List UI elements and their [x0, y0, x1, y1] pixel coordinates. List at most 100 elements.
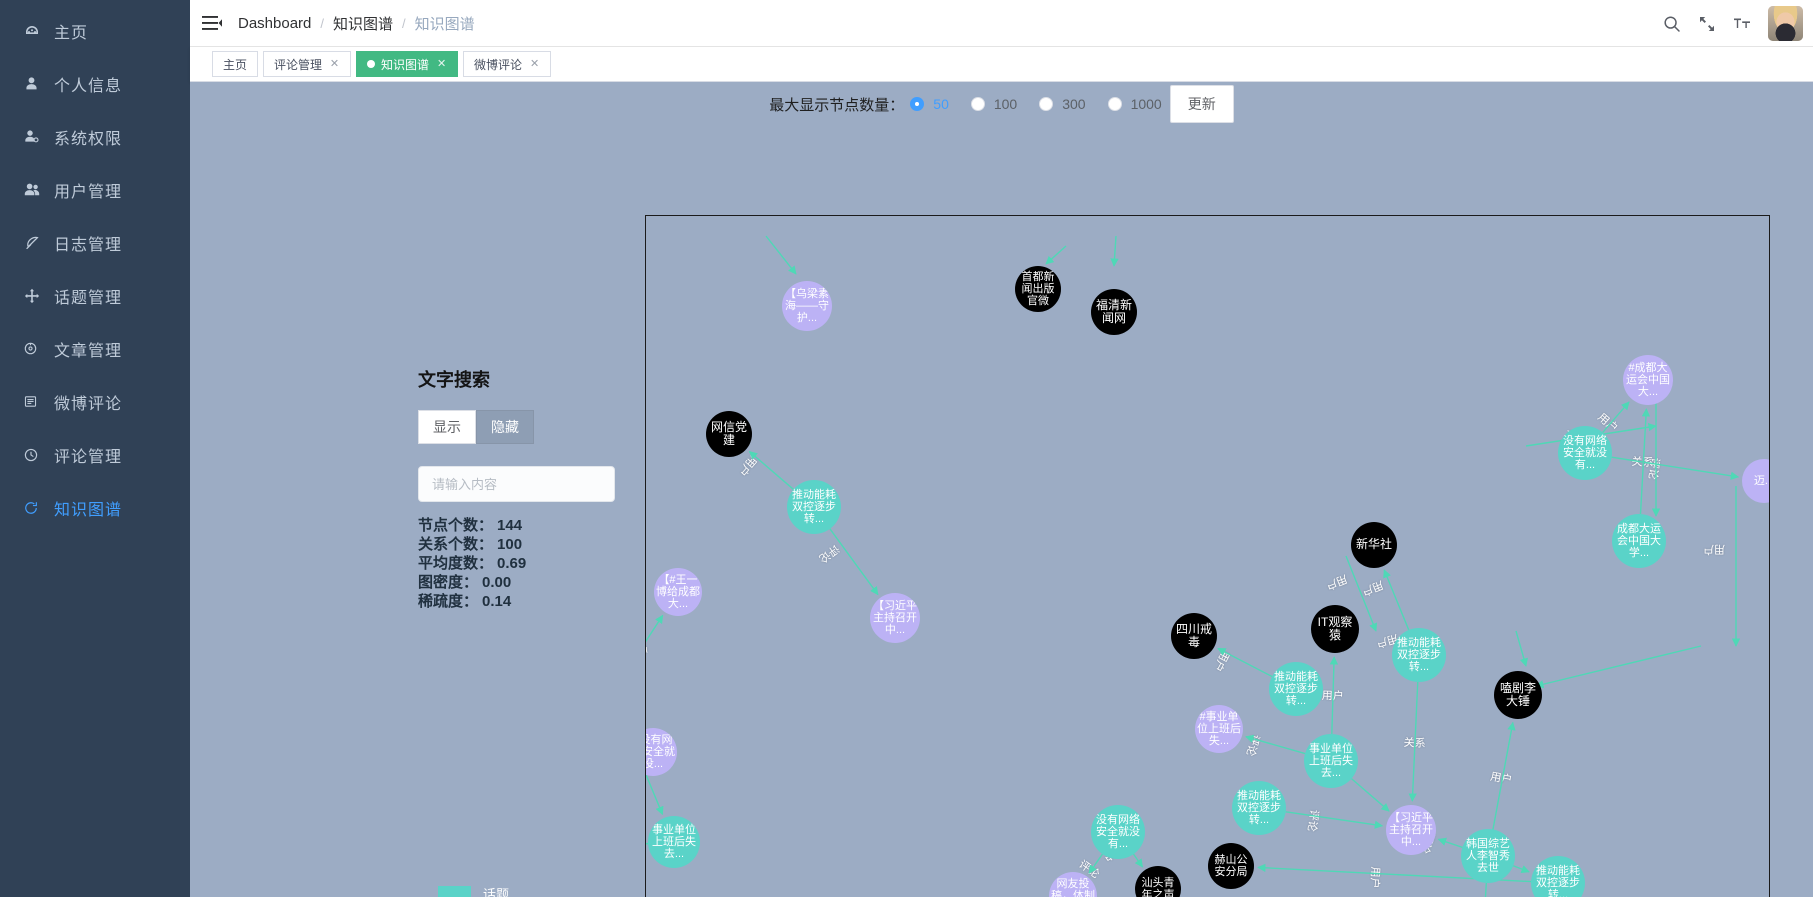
tab-close-icon[interactable]: ✕: [436, 58, 447, 70]
graph-node[interactable]: 成都大运会中国大学...: [1612, 514, 1666, 568]
graph-node-label: 网友投稿，体制内工...: [1051, 877, 1095, 897]
tab-comment-management[interactable]: 评论管理 ✕: [263, 51, 352, 77]
graph-node[interactable]: #成都大运会中国大...: [1623, 355, 1673, 405]
node-limit-label: 最大显示节点数量：: [769, 96, 905, 114]
sidebar-item-label: 日志管理: [54, 236, 123, 254]
graph-node[interactable]: 【#王一博给成都大...: [654, 568, 702, 616]
refresh-icon: [24, 501, 50, 515]
avatar-image: [1768, 6, 1803, 41]
sidebar-item-knowledge-graph[interactable]: 知识图谱: [0, 481, 190, 534]
main-column: Dashboard / 知识图谱 / 知识图谱 主页 评论管理 ✕ 知识图谱 ✕…: [190, 0, 1813, 897]
sidebar-item-weibo-comments[interactable]: 微博评论: [0, 375, 190, 428]
graph-node-label: 事业单位上班后失去...: [1309, 742, 1353, 780]
stat-node-count: 节点个数： 144: [418, 516, 616, 535]
graph-node[interactable]: 推动能耗双控逐步转...: [1232, 781, 1286, 835]
graph-node[interactable]: 推动能耗双控逐步转...: [1269, 662, 1323, 716]
user-icon: [24, 76, 50, 91]
graph-node-label: 四川戒毒: [1175, 621, 1212, 649]
graph-node[interactable]: 福清新闻网: [1091, 289, 1137, 335]
radio-node-limit-300[interactable]: 300: [1039, 96, 1086, 112]
graph-node[interactable]: #事业单位上班后失...: [1195, 705, 1243, 753]
graph-node[interactable]: 韩国综艺人李智秀去世: [1461, 829, 1515, 883]
knowledge-graph-page: 最大显示节点数量： 50 100 300 1000 更新 文字搜索 显示 隐藏 …: [190, 82, 1813, 897]
graph-node[interactable]: 【习近平主持召开中...: [870, 593, 920, 643]
radio-label: 300: [1062, 96, 1086, 112]
sidebar-item-label: 评论管理: [54, 448, 123, 466]
graph-node[interactable]: 嗑剧李大锤: [1494, 671, 1542, 719]
graph-node[interactable]: 赫山公安分局: [1208, 843, 1254, 889]
sidebar-item-users[interactable]: 用户管理: [0, 163, 190, 216]
graph-node[interactable]: 【乌梁素海——守护...: [782, 281, 832, 331]
sidebar-item-profile[interactable]: 个人信息: [0, 57, 190, 110]
sidebar-item-home[interactable]: 主页: [0, 4, 190, 57]
stat-key: 平均度数：: [418, 555, 494, 572]
tab-active-dot-icon: [367, 60, 376, 68]
radio-node-limit-50[interactable]: 50: [910, 96, 949, 112]
radio-node-limit-100[interactable]: 100: [970, 96, 1017, 112]
tab-close-icon[interactable]: ✕: [329, 58, 340, 70]
sidebar-item-label: 用户管理: [54, 183, 123, 201]
graph-node-label: 韩国综艺人李智秀去世: [1466, 837, 1510, 875]
sidebar-item-label: 知识图谱: [54, 501, 123, 519]
graph-node[interactable]: 推动能耗双控逐步转...: [787, 480, 841, 534]
graph-node[interactable]: 新华社: [1351, 522, 1397, 568]
graph-node[interactable]: 首都新闻出版官微: [1015, 266, 1061, 312]
tab-knowledge-graph[interactable]: 知识图谱 ✕: [356, 51, 459, 77]
breadcrumb-item-0[interactable]: Dashboard: [238, 15, 311, 32]
hamburger-icon[interactable]: [190, 15, 234, 31]
graph-node-label: 推动能耗双控逐步转...: [1536, 864, 1580, 897]
sidebar-item-comment-management[interactable]: 评论管理: [0, 428, 190, 481]
graph-node-label: 没有网络安全就没有...: [1096, 813, 1140, 851]
list-icon: [24, 395, 50, 408]
graph-node[interactable]: 没有网络安全就没有...: [1558, 426, 1612, 480]
graph-canvas[interactable]: 用户评论评论评论用户用户评论关系用户关系用户用户评论评论用户评论用户评论用户用户…: [645, 215, 1770, 897]
graph-node[interactable]: 事业单位上班后失去...: [648, 816, 700, 868]
graph-node-label: 首都新闻出版官微: [1021, 270, 1055, 308]
graph-node-label: #成都大运会中国大...: [1626, 361, 1670, 399]
show-button[interactable]: 显示: [418, 410, 476, 444]
stat-key: 图密度：: [418, 574, 479, 591]
sidebar-item-logs[interactable]: 日志管理: [0, 216, 190, 269]
graph-node[interactable]: 【习近平主持召开中...: [1386, 805, 1436, 855]
update-button[interactable]: 更新: [1169, 85, 1234, 123]
sidebar-item-articles[interactable]: 文章管理: [0, 322, 190, 375]
radio-node-limit-1000[interactable]: 1000: [1107, 96, 1162, 112]
breadcrumb-item-1[interactable]: 知识图谱: [333, 13, 393, 34]
graph-node[interactable]: IT观察猿: [1311, 605, 1359, 653]
graph-node-label: 推动能耗双控逐步转...: [792, 488, 836, 526]
stat-value: 100: [497, 536, 523, 553]
dashboard-icon: [24, 23, 50, 39]
tab-weibo-comments[interactable]: 微博评论 ✕: [463, 51, 552, 77]
search-icon[interactable]: [1663, 15, 1681, 33]
graph-node-label: IT观察猿: [1317, 614, 1353, 642]
feather-icon: [24, 235, 50, 251]
radio-dot-icon: [1107, 97, 1122, 111]
sidebar-item-label: 主页: [54, 24, 89, 42]
graph-node-label: 新华社: [1355, 537, 1392, 552]
target-icon: [24, 342, 50, 355]
avatar[interactable]: [1768, 6, 1803, 41]
graph-node-label: 嗑剧李大锤: [1499, 680, 1536, 708]
legend-swatch: [438, 885, 471, 897]
graph-node[interactable]: 四川戒毒: [1171, 613, 1217, 659]
sidebar: 主页 个人信息 系统权限 用户管理 日志管理 话题管理 文章管理 微博评论 评论…: [0, 0, 190, 897]
graph-node-label: #事业单位上班后失...: [1197, 710, 1241, 748]
sidebar-item-label: 个人信息: [54, 77, 123, 95]
fullscreen-icon[interactable]: [1698, 15, 1716, 33]
text-size-icon[interactable]: [1733, 15, 1751, 33]
search-input[interactable]: [418, 466, 615, 502]
stat-relation-count: 关系个数： 100: [418, 535, 616, 554]
graph-node[interactable]: 事业单位上班后失去...: [1304, 734, 1358, 788]
graph-node[interactable]: 没有网络安全就没有...: [1091, 805, 1145, 859]
graph-node-label: 网信党建: [710, 419, 747, 447]
tab-close-icon[interactable]: ✕: [529, 58, 540, 70]
sidebar-item-permissions[interactable]: 系统权限: [0, 110, 190, 163]
tab-home[interactable]: 主页: [212, 51, 259, 77]
graph-node[interactable]: 推动能耗双控逐步转...: [1392, 628, 1446, 682]
tab-label: 主页: [223, 57, 248, 72]
users-icon: [24, 182, 50, 198]
graph-node[interactable]: 网信党建: [706, 411, 752, 457]
hide-button[interactable]: 隐藏: [476, 410, 534, 444]
sidebar-item-topics[interactable]: 话题管理: [0, 269, 190, 322]
stat-key: 稀疏度：: [418, 593, 479, 610]
